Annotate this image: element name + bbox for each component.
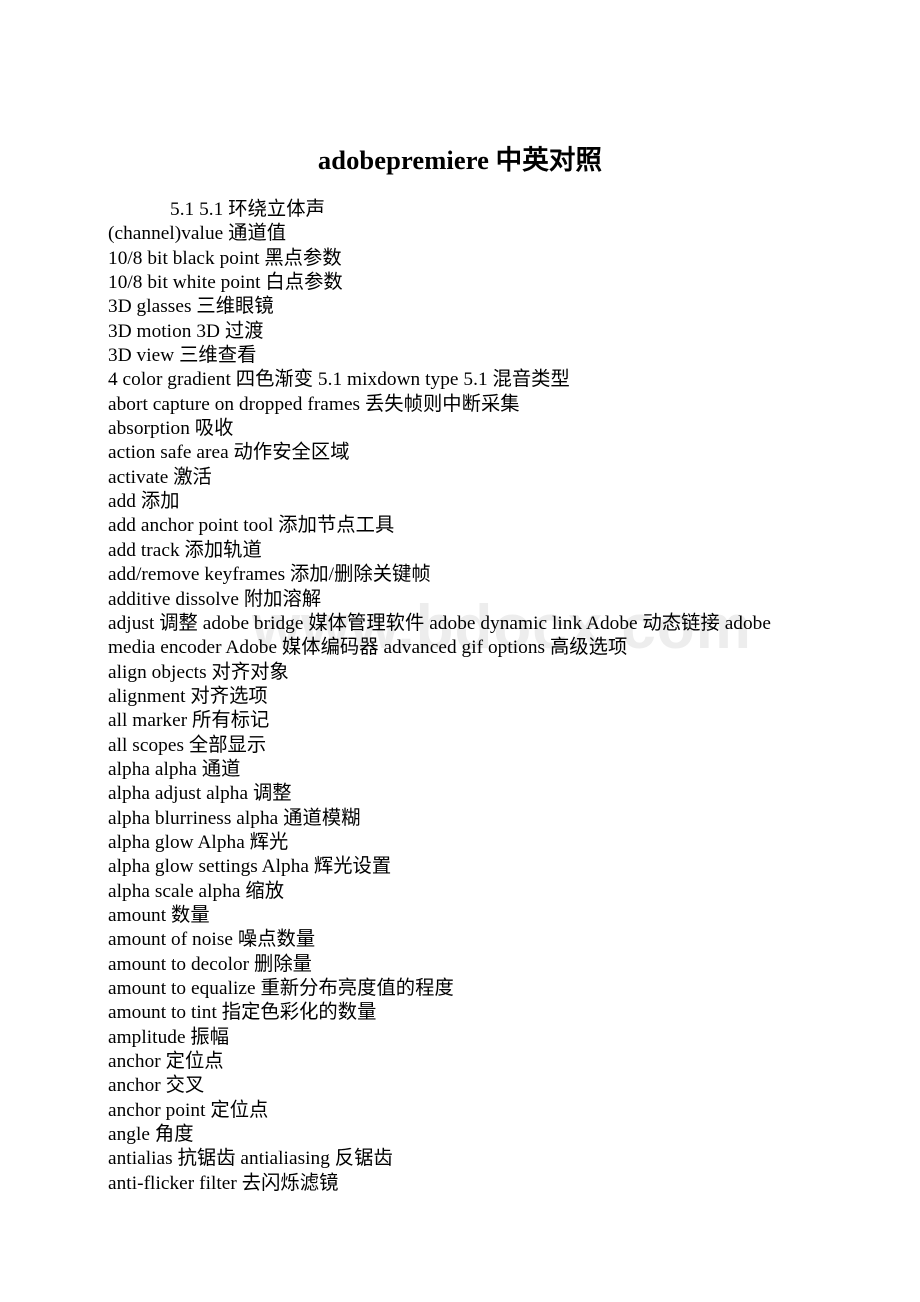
glossary-line: amplitude 振幅 bbox=[108, 1026, 230, 1048]
glossary-line-list: 5.1 5.1 环绕立体声 (channel)value 通道值 10/8 bit … bbox=[108, 198, 800, 1196]
glossary-line: anchor 定位点 bbox=[108, 1051, 224, 1073]
glossary-line: all marker 所有标记 bbox=[108, 710, 270, 732]
glossary-line: alignment 对齐选项 bbox=[108, 685, 268, 707]
glossary-line: 3D motion 3D 过渡 bbox=[108, 320, 264, 342]
glossary-line: action safe area 动作安全区域 bbox=[108, 442, 350, 464]
glossary-line: alpha scale alpha 缩放 bbox=[108, 880, 285, 902]
glossary-line: absorption 吸收 bbox=[108, 418, 234, 440]
glossary-line: 5.1 5.1 环绕立体声 bbox=[170, 199, 325, 220]
glossary-line: (channel)value 通道值 bbox=[108, 223, 287, 245]
page-title: adobepremiere 中英对照 bbox=[317, 145, 603, 175]
glossary-line: additive dissolve 附加溶解 bbox=[108, 588, 322, 610]
glossary-line: add anchor point tool 添加节点工具 bbox=[108, 515, 395, 537]
glossary-line: 4 color gradient 四色渐变 5.1 mixdown type 5… bbox=[108, 369, 570, 391]
glossary-line: activate 激活 bbox=[108, 466, 212, 488]
glossary-line: all scopes 全部显示 bbox=[108, 734, 267, 756]
glossary-line: alpha blurriness alpha 通道模糊 bbox=[108, 807, 361, 829]
glossary-line: amount to decolor 删除量 bbox=[108, 953, 313, 975]
glossary-line: adjust 调整 adobe bridge 媒体管理软件 adobe dyna… bbox=[108, 612, 771, 659]
glossary-line: add/remove keyframes 添加/删除关键帧 bbox=[108, 564, 431, 586]
glossary-line: amount to equalize 重新分布亮度值的程度 bbox=[108, 978, 454, 999]
glossary-line: alpha glow Alpha 辉光 bbox=[108, 831, 289, 853]
glossary-line: amount of noise 噪点数量 bbox=[108, 929, 316, 951]
glossary-line: add track 添加轨道 bbox=[108, 539, 262, 561]
glossary-line: alpha glow settings Alpha 辉光设置 bbox=[108, 856, 392, 878]
document-page: www.bdocx.com adobepremiere 中英对照 5.1 5.1… bbox=[0, 0, 920, 1302]
glossary-line: angle 角度 bbox=[108, 1124, 194, 1146]
glossary-line: align objects 对齐对象 bbox=[108, 661, 289, 683]
glossary-line: abort capture on dropped frames 丢失帧则中断采集 bbox=[108, 393, 520, 415]
glossary-line: antialias 抗锯齿 antialiasing 反锯齿 bbox=[108, 1148, 393, 1170]
glossary-line: 3D view 三维查看 bbox=[108, 345, 257, 367]
glossary-line: amount to tint 指定色彩化的数量 bbox=[108, 1002, 377, 1024]
glossary-line: anchor 交叉 bbox=[108, 1075, 205, 1097]
glossary-line: anchor point 定位点 bbox=[108, 1099, 269, 1121]
glossary-line: alpha adjust alpha 调整 bbox=[108, 783, 292, 805]
glossary-line: 3D glasses 三维眼镜 bbox=[108, 296, 274, 318]
glossary-line: add 添加 bbox=[108, 491, 180, 513]
glossary-line: alpha alpha 通道 bbox=[108, 758, 241, 780]
glossary-line: anti-flicker filter 去闪烁滤镜 bbox=[108, 1172, 339, 1194]
glossary-line: 10/8 bit white point 白点参数 bbox=[108, 272, 343, 294]
glossary-line: 10/8 bit black point 黑点参数 bbox=[108, 247, 342, 269]
glossary-line: amount 数量 bbox=[108, 904, 210, 926]
